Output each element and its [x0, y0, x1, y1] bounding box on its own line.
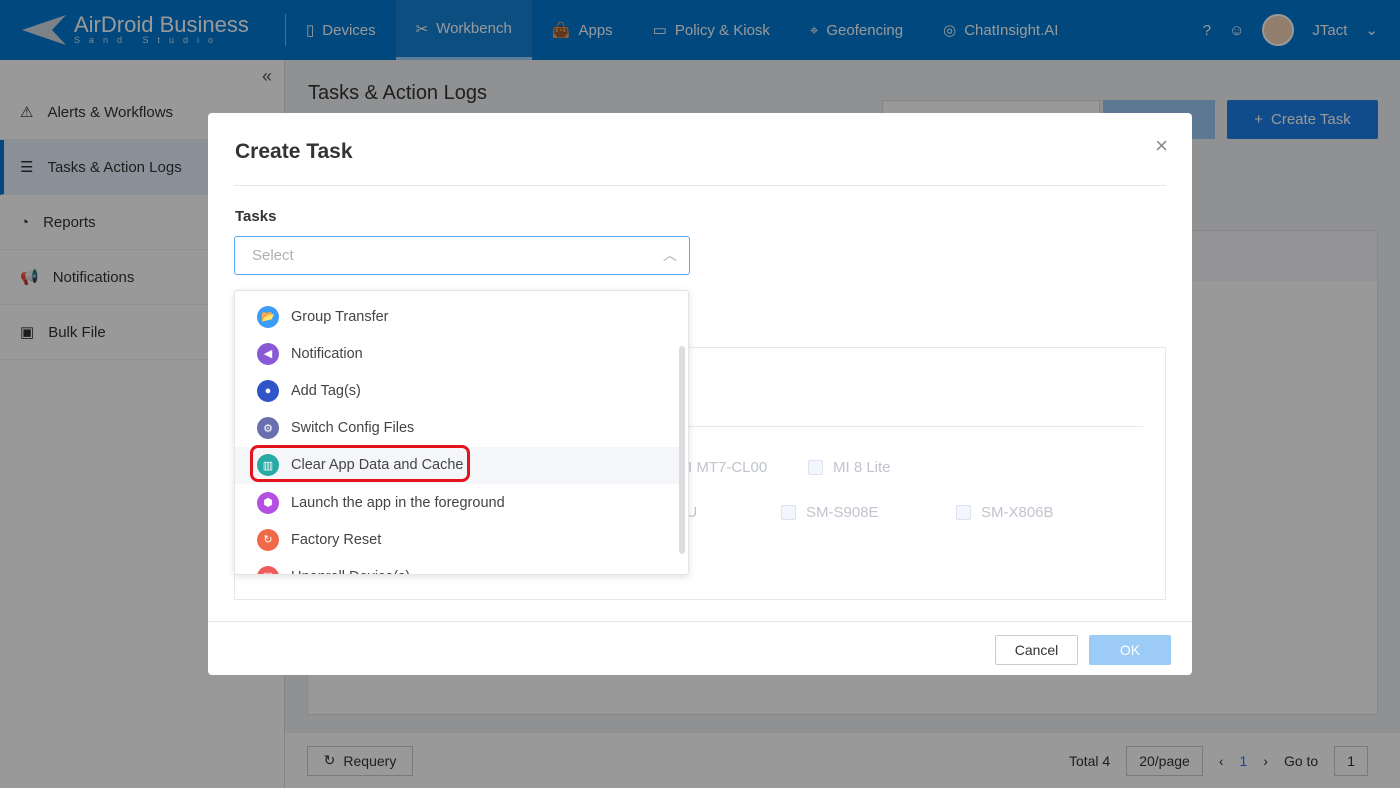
- device-option[interactable]: SM-S908E: [781, 504, 879, 521]
- tasks-select[interactable]: Select ︿: [234, 236, 690, 275]
- dropdown-scrollbar[interactable]: [679, 346, 685, 554]
- device-checkbox[interactable]: [956, 505, 971, 520]
- task-option[interactable]: ● Add Tag(s): [235, 372, 680, 409]
- factory-reset-icon: ↻: [257, 528, 279, 551]
- task-option[interactable]: ↻ Factory Reset: [235, 521, 680, 558]
- highlight-annotation: [250, 445, 470, 482]
- task-option[interactable]: ⚙ Switch Config Files: [235, 410, 680, 447]
- config-icon: ⚙: [257, 417, 279, 440]
- divider: [234, 185, 1166, 186]
- task-option[interactable]: ▤Unenroll Device(s): [235, 558, 680, 574]
- device-checkbox[interactable]: [808, 460, 823, 475]
- close-icon[interactable]: ×: [1155, 133, 1168, 159]
- task-option[interactable]: 📂 Group Transfer: [235, 298, 680, 335]
- task-option[interactable]: ⬢ Launch the app in the foreground: [235, 484, 680, 521]
- device-option[interactable]: MI 8 Lite: [808, 459, 891, 476]
- device-option[interactable]: EI MT7-CL00: [678, 459, 767, 476]
- cancel-button[interactable]: Cancel: [995, 635, 1078, 665]
- notification-icon: ◀: [257, 342, 279, 365]
- group-transfer-icon: 📂: [257, 305, 279, 328]
- tag-icon: ●: [257, 379, 279, 402]
- chevron-up-icon: ︿: [663, 247, 677, 263]
- tasks-label: Tasks: [235, 208, 277, 225]
- dialog-title: Create Task: [235, 140, 353, 163]
- launch-app-icon: ⬢: [257, 491, 279, 514]
- task-option[interactable]: ◀ Notification: [235, 335, 680, 372]
- device-option[interactable]: SM-X806B: [956, 504, 1054, 521]
- unenroll-icon: ▤: [257, 565, 279, 574]
- tasks-dropdown: 📂 Group Transfer ◀ Notification ● Add Tag(s) ⚙…: [234, 290, 689, 575]
- device-checkbox[interactable]: [781, 505, 796, 520]
- ok-button[interactable]: OK: [1089, 635, 1171, 665]
